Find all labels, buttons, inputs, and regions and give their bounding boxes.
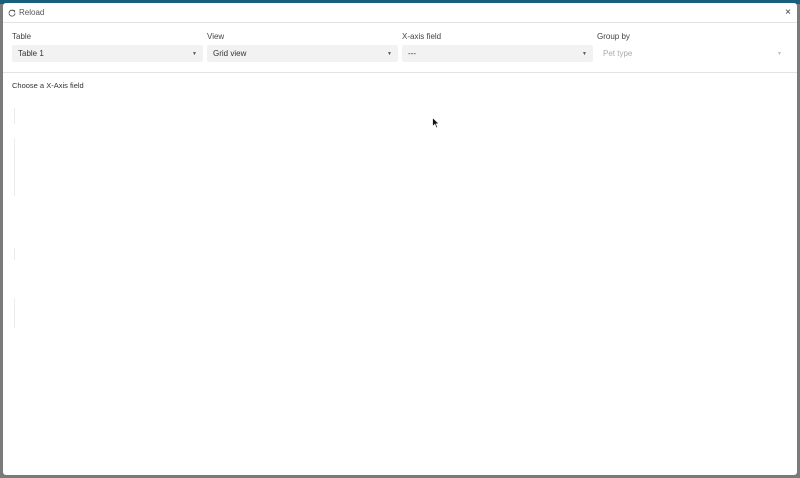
chevron-down-icon: ▼ xyxy=(582,50,587,57)
controls-divider xyxy=(3,72,797,73)
table-control: Table Table 1 ▼ xyxy=(12,32,203,72)
view-select-value: Grid view xyxy=(213,49,247,58)
empty-state-message: Choose a X-Axis field xyxy=(12,81,84,90)
chart-axis-trace xyxy=(14,108,15,124)
x-axis-field-control: X-axis field --- ▼ xyxy=(402,32,593,72)
x-axis-field-select-value: --- xyxy=(408,49,416,58)
close-icon[interactable]: × xyxy=(785,7,791,18)
reload-label: Reload xyxy=(19,8,45,17)
chart-axis-trace xyxy=(14,138,15,196)
table-select-value: Table 1 xyxy=(18,49,44,58)
group-by-select-value: Pet type xyxy=(603,49,633,58)
reload-icon xyxy=(8,9,16,17)
chart-area xyxy=(12,98,788,468)
cursor-icon xyxy=(432,116,441,134)
chart-controls: Table Table 1 ▼ View Grid view ▼ X-axis … xyxy=(3,23,797,72)
chart-axis-trace xyxy=(14,298,15,328)
view-control: View Grid view ▼ xyxy=(207,32,398,72)
reload-button[interactable]: Reload xyxy=(8,8,44,17)
chevron-down-icon: ▼ xyxy=(387,50,392,57)
group-by-select[interactable]: Pet type ▼ xyxy=(597,45,788,62)
chevron-down-icon: ▼ xyxy=(192,50,197,57)
x-axis-field-select[interactable]: --- ▼ xyxy=(402,45,593,62)
group-by-label: Group by xyxy=(597,32,630,41)
chart-axis-trace xyxy=(14,248,15,260)
chart-settings-modal: Reload × Table Table 1 ▼ View Grid view … xyxy=(3,3,797,475)
view-select[interactable]: Grid view ▼ xyxy=(207,45,398,62)
modal-titlebar: Reload × xyxy=(3,3,797,23)
chevron-down-icon: ▼ xyxy=(777,50,782,57)
table-label: Table xyxy=(12,32,32,41)
view-label: View xyxy=(207,32,225,41)
table-select[interactable]: Table 1 ▼ xyxy=(12,45,203,62)
x-axis-field-label: X-axis field xyxy=(402,32,442,41)
group-by-control: Group by Pet type ▼ xyxy=(597,32,788,72)
